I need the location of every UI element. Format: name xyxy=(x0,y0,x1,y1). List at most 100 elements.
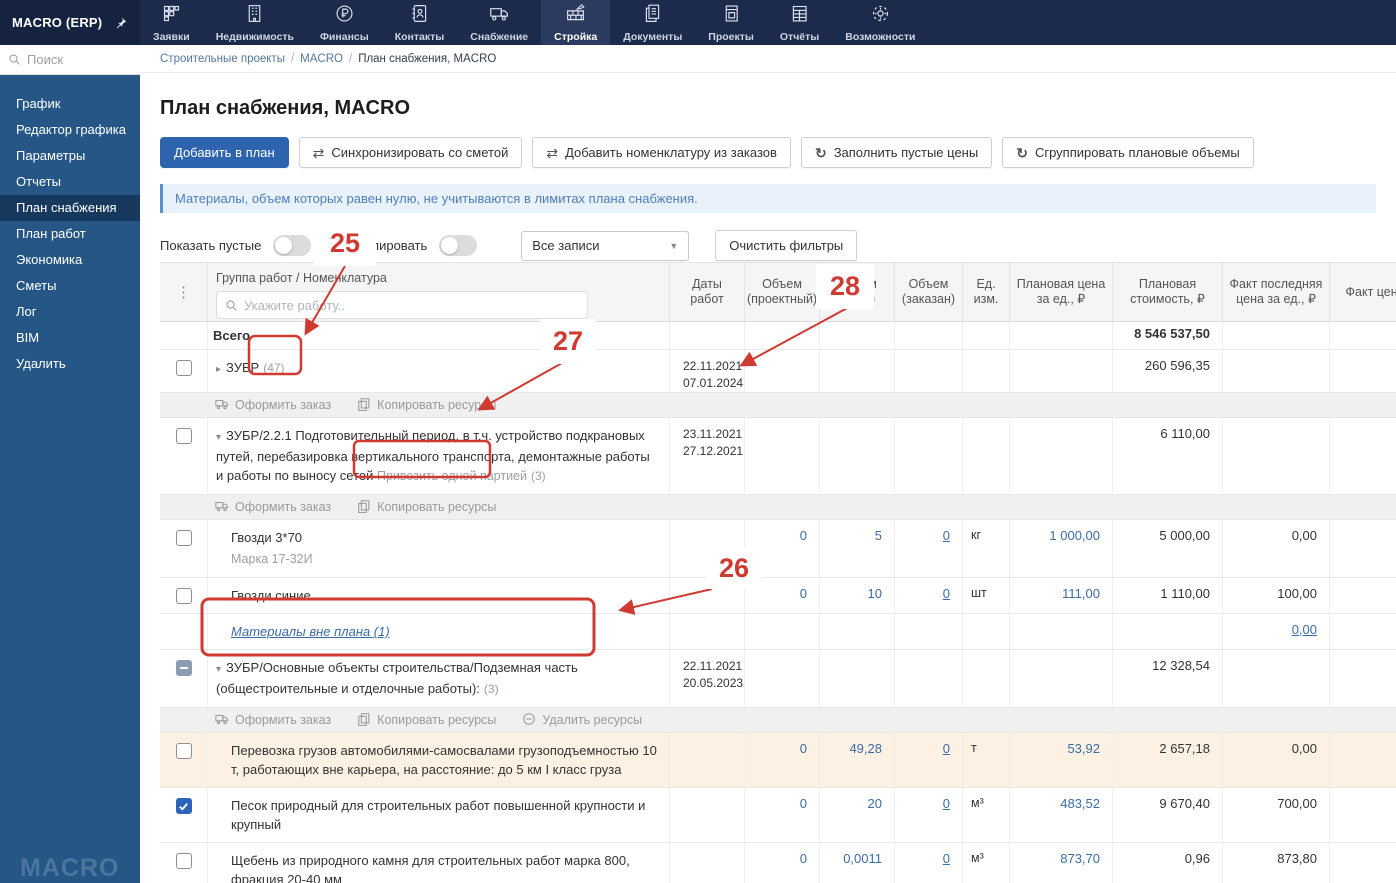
action-truck-button[interactable]: Оформить заказ xyxy=(215,499,331,516)
nav-item-building[interactable]: Недвижимость xyxy=(203,0,307,45)
vol-ordered-link[interactable]: 0 xyxy=(943,528,950,543)
vol-plan-cell[interactable] xyxy=(820,418,895,494)
plan-price-cell[interactable]: 873,70 xyxy=(1010,843,1113,883)
vol-ordered-cell[interactable] xyxy=(895,650,963,707)
vol-proj-cell[interactable]: 0 xyxy=(745,520,820,577)
breadcrumb-link-projects[interactable]: Строительные проекты xyxy=(160,53,285,65)
action-truck-button[interactable]: Оформить заказ xyxy=(215,712,331,729)
vol-plan-cell[interactable] xyxy=(820,322,895,349)
action-truck-button[interactable]: Оформить заказ xyxy=(215,397,331,414)
vol-ordered-cell[interactable]: 0 xyxy=(895,843,963,883)
sidebar-item-удалить[interactable]: Удалить xyxy=(0,351,140,377)
nav-item-reports[interactable]: Отчёты xyxy=(767,0,832,45)
plan-price-cell[interactable]: 483,52 xyxy=(1010,788,1113,842)
nav-item-contacts[interactable]: Контакты xyxy=(382,0,458,45)
vol-ordered-cell[interactable] xyxy=(895,322,963,349)
vol-proj-cell[interactable] xyxy=(745,614,820,649)
plan-price-cell[interactable] xyxy=(1010,650,1113,707)
nav-item-grid[interactable]: Заявки xyxy=(140,0,203,45)
vol-ordered-cell[interactable]: 0 xyxy=(895,788,963,842)
vol-proj-cell[interactable] xyxy=(745,322,820,349)
plan-price-cell[interactable]: 53,92 xyxy=(1010,733,1113,787)
plan-price-cell[interactable] xyxy=(1010,322,1113,349)
sidebar-search[interactable] xyxy=(0,45,140,75)
vol-ordered-link[interactable]: 0 xyxy=(943,586,950,601)
vol-proj-cell[interactable] xyxy=(745,418,820,494)
row-menu-icon[interactable]: ⋮ xyxy=(160,263,208,321)
group-name[interactable]: ЗУБР xyxy=(226,360,259,375)
vol-proj-cell[interactable]: 0 xyxy=(745,788,820,842)
plan-price-cell[interactable] xyxy=(1010,418,1113,494)
vol-ordered-cell[interactable]: 0 xyxy=(895,578,963,613)
out-of-plan-link[interactable]: Материалы вне плана (1) xyxy=(231,624,390,639)
nav-item-ruble[interactable]: Финансы xyxy=(307,0,382,45)
vol-plan-cell[interactable]: 20 xyxy=(820,788,895,842)
sidebar-search-input[interactable] xyxy=(27,52,127,67)
action-copy-button[interactable]: Копировать ресурсы xyxy=(357,397,496,414)
add-nomenclature-button[interactable]: Добавить номенклатуру из заказов xyxy=(532,137,791,168)
vol-plan-cell[interactable] xyxy=(820,650,895,707)
sidebar-item-сметы[interactable]: Сметы xyxy=(0,273,140,299)
vol-ordered-cell[interactable]: 0 xyxy=(895,733,963,787)
nav-item-documents[interactable]: Документы xyxy=(610,0,695,45)
plan-price-cell[interactable]: 1 000,00 xyxy=(1010,520,1113,577)
nav-item-truck[interactable]: Снабжение xyxy=(457,0,541,45)
vol-proj-cell[interactable]: 0 xyxy=(745,578,820,613)
sidebar-item-экономика[interactable]: Экономика xyxy=(0,247,140,273)
vol-plan-cell[interactable] xyxy=(820,350,895,392)
caret-right-icon[interactable]: ▸ xyxy=(216,364,221,375)
row-checkbox[interactable] xyxy=(175,588,192,604)
records-select[interactable]: Все записи ▼ xyxy=(521,230,690,261)
vol-ordered-cell[interactable] xyxy=(895,614,963,649)
vol-plan-cell[interactable] xyxy=(820,614,895,649)
sidebar-item-параметры[interactable]: Параметры xyxy=(0,143,140,169)
group-toggle[interactable] xyxy=(439,235,478,256)
row-checkbox[interactable] xyxy=(175,360,192,376)
vol-ordered-cell[interactable]: 0 xyxy=(895,520,963,577)
vol-ordered-link[interactable]: 0 xyxy=(943,796,950,811)
show-empty-toggle[interactable] xyxy=(273,235,312,256)
action-remove-button[interactable]: Удалить ресурсы xyxy=(522,712,642,729)
vol-plan-cell[interactable]: 0,0011 xyxy=(820,843,895,883)
group-planned-volumes-button[interactable]: Сгруппировать плановые объемы xyxy=(1002,137,1254,168)
work-search-combo[interactable] xyxy=(216,291,588,319)
row-checkbox[interactable] xyxy=(175,853,192,869)
nav-item-gear[interactable]: Возможности xyxy=(832,0,928,45)
row-checkbox[interactable] xyxy=(175,428,192,444)
row-checkbox[interactable] xyxy=(175,798,192,814)
row-checkbox[interactable] xyxy=(175,660,192,676)
plan-price-cell[interactable]: 111,00 xyxy=(1010,578,1113,613)
fill-empty-prices-button[interactable]: Заполнить пустые цены xyxy=(800,137,993,168)
vol-proj-cell[interactable] xyxy=(745,650,820,707)
row-checkbox[interactable] xyxy=(175,530,192,546)
sync-estimate-button[interactable]: Синхронизировать со сметой xyxy=(298,137,523,168)
sidebar-item-отчеты[interactable]: Отчеты xyxy=(0,169,140,195)
sidebar-item-план-снабжения[interactable]: План снабжения xyxy=(0,195,140,221)
nav-item-construction[interactable]: Стройка xyxy=(541,0,611,45)
work-search-input[interactable] xyxy=(244,297,579,313)
nav-item-projects[interactable]: Проекты xyxy=(695,0,767,45)
plan-price-cell[interactable] xyxy=(1010,350,1113,392)
vol-plan-cell[interactable]: 5 xyxy=(820,520,895,577)
clear-filters-button[interactable]: Очистить фильтры xyxy=(715,230,858,261)
vol-plan-cell[interactable]: 10 xyxy=(820,578,895,613)
vol-ordered-link[interactable]: 0 xyxy=(943,851,950,866)
vol-proj-cell[interactable] xyxy=(745,350,820,392)
vol-plan-cell[interactable]: 49,28 xyxy=(820,733,895,787)
vol-proj-cell[interactable]: 0 xyxy=(745,733,820,787)
caret-down-icon[interactable]: ▾ xyxy=(216,664,221,675)
row-checkbox[interactable] xyxy=(175,743,192,759)
add-to-plan-button[interactable]: Добавить в план xyxy=(160,137,289,168)
sidebar-item-bim[interactable]: BIM xyxy=(0,325,140,351)
vol-ordered-cell[interactable] xyxy=(895,350,963,392)
caret-down-icon[interactable]: ▾ xyxy=(216,432,221,443)
breadcrumb-link-macro[interactable]: MACRO xyxy=(300,53,343,65)
fact-price-link[interactable]: 0,00 xyxy=(1292,622,1317,637)
vol-ordered-link[interactable]: 0 xyxy=(943,741,950,756)
sidebar-item-план-работ[interactable]: План работ xyxy=(0,221,140,247)
sidebar-item-лог[interactable]: Лог xyxy=(0,299,140,325)
sidebar-item-редактор-графика[interactable]: Редактор графика xyxy=(0,117,140,143)
pin-icon[interactable] xyxy=(114,16,128,30)
action-copy-button[interactable]: Копировать ресурсы xyxy=(357,499,496,516)
vol-proj-cell[interactable]: 0 xyxy=(745,843,820,883)
